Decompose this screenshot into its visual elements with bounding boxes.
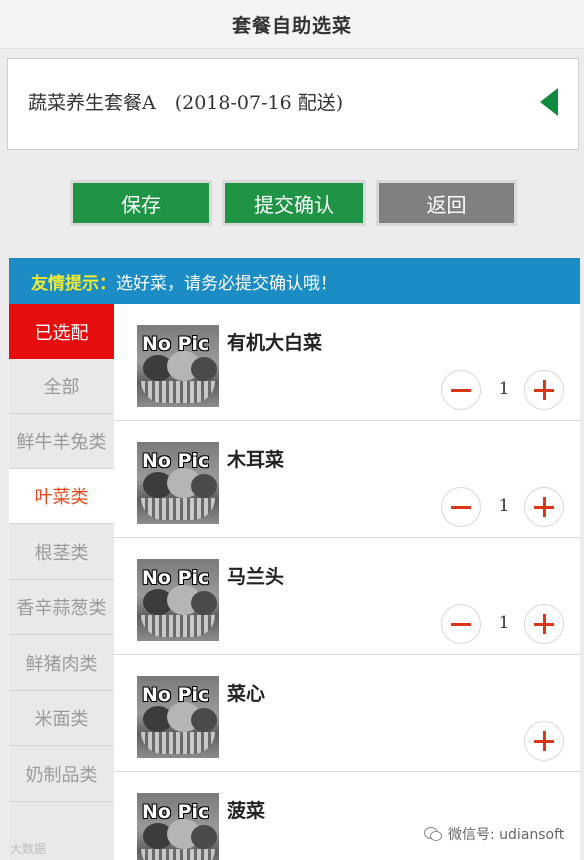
item-name: 有机大白菜 bbox=[227, 332, 323, 354]
plus-icon[interactable] bbox=[524, 604, 564, 644]
category-spices-garlic-onion[interactable]: 香辛蒜葱类 bbox=[9, 580, 114, 635]
no-pic-label: No Pic bbox=[142, 333, 210, 355]
plus-icon[interactable] bbox=[524, 721, 564, 761]
header-bar: 套餐自助选菜 bbox=[0, 0, 584, 49]
item-list: No Pic 有机大白菜 1 No Pic 木耳菜 1 No Pic 马兰头 1… bbox=[114, 304, 580, 860]
list-item: No Pic 木耳菜 1 bbox=[114, 421, 580, 538]
list-item: No Pic 菜心 bbox=[114, 655, 580, 772]
page: 套餐自助选菜 蔬菜养生套餐A (2018-07-16 配送) 保存 提交确认 返… bbox=[0, 0, 584, 860]
category-selected[interactable]: 已选配 bbox=[9, 304, 114, 359]
package-info: 蔬菜养生套餐A (2018-07-16 配送) bbox=[28, 92, 344, 114]
category-root-vegetables[interactable]: 根茎类 bbox=[9, 525, 114, 580]
item-quantity: 1 bbox=[498, 496, 510, 516]
no-pic-label: No Pic bbox=[142, 684, 210, 706]
category-rice-noodles[interactable]: 米面类 bbox=[9, 691, 114, 746]
save-button[interactable]: 保存 bbox=[70, 180, 212, 226]
plus-icon[interactable] bbox=[524, 487, 564, 527]
page-title: 套餐自助选菜 bbox=[231, 14, 352, 37]
wechat-id: 微信号: udiansoft bbox=[448, 827, 565, 843]
category-pork[interactable]: 鲜猪肉类 bbox=[9, 636, 114, 691]
item-name: 马兰头 bbox=[227, 566, 285, 588]
item-thumbnail: No Pic bbox=[137, 559, 219, 641]
package-card: 蔬菜养生套餐A (2018-07-16 配送) bbox=[7, 58, 579, 150]
list-item: No Pic 有机大白菜 1 bbox=[114, 304, 580, 421]
list-item: No Pic 马兰头 1 bbox=[114, 538, 580, 655]
tip-label: 友情提示： bbox=[31, 273, 116, 294]
watermark-left: 大数据 bbox=[10, 842, 47, 856]
minus-icon[interactable] bbox=[441, 487, 481, 527]
category-leafy-vegetables[interactable]: 叶菜类 bbox=[9, 469, 114, 524]
item-thumbnail: No Pic bbox=[137, 676, 219, 758]
back-button[interactable]: 返回 bbox=[376, 180, 517, 226]
tip-text: 选好菜，请务必提交确认哦！ bbox=[116, 273, 337, 294]
submit-confirm-button[interactable]: 提交确认 bbox=[222, 180, 366, 226]
item-thumbnail: No Pic bbox=[137, 442, 219, 524]
item-thumbnail: No Pic bbox=[137, 793, 219, 860]
item-thumbnail: No Pic bbox=[137, 325, 219, 407]
item-quantity: 1 bbox=[498, 379, 510, 399]
category-all[interactable]: 全部 bbox=[9, 359, 114, 414]
list-item: No Pic 菠菜 bbox=[114, 772, 580, 860]
category-beef-lamb-rabbit[interactable]: 鲜牛羊兔类 bbox=[9, 414, 114, 469]
plus-icon[interactable] bbox=[524, 370, 564, 410]
item-name: 木耳菜 bbox=[227, 449, 285, 471]
item-name: 菠菜 bbox=[227, 800, 266, 822]
minus-icon[interactable] bbox=[441, 370, 481, 410]
minus-icon[interactable] bbox=[441, 604, 481, 644]
item-quantity: 1 bbox=[498, 613, 510, 633]
no-pic-label: No Pic bbox=[142, 567, 210, 589]
category-dairy[interactable]: 奶制品类 bbox=[9, 747, 114, 802]
watermark-right: 微信号: udiansoft bbox=[424, 824, 564, 844]
no-pic-label: No Pic bbox=[142, 450, 210, 472]
category-sidebar: 已选配 全部 鲜牛羊兔类 叶菜类 根茎类 香辛蒜葱类 鲜猪肉类 米面类 奶制品类 bbox=[9, 304, 114, 860]
item-name: 菜心 bbox=[227, 683, 266, 705]
no-pic-label: No Pic bbox=[142, 801, 210, 823]
tip-bar: 友情提示： 选好菜，请务必提交确认哦！ bbox=[9, 258, 580, 304]
triangle-left-icon[interactable] bbox=[540, 88, 558, 116]
wechat-icon bbox=[424, 827, 442, 841]
